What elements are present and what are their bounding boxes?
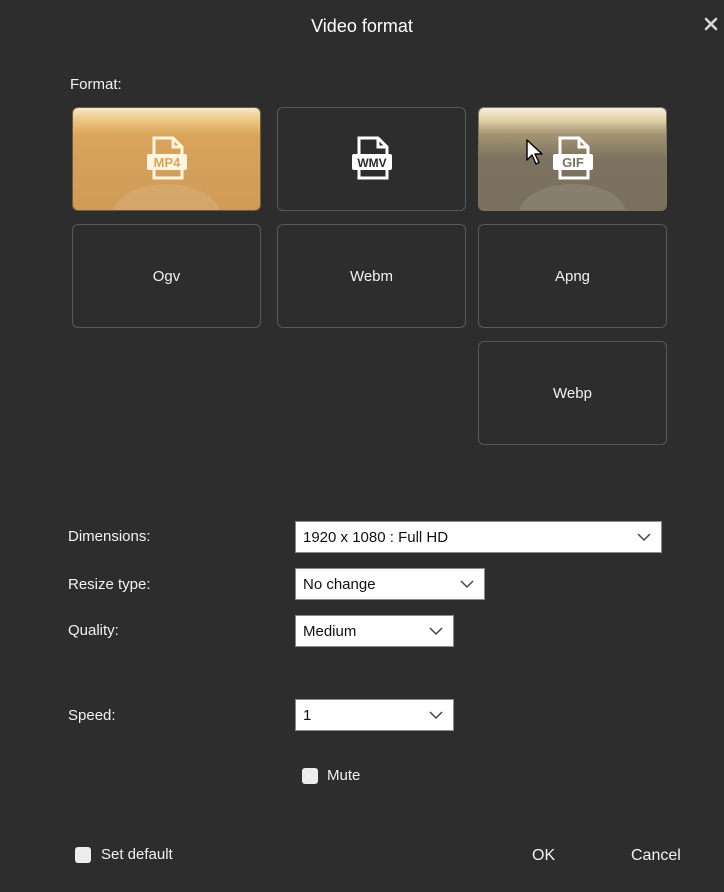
resize-type-value: No change (303, 575, 376, 593)
close-button[interactable] (701, 14, 721, 34)
dimensions-value: 1920 x 1080 : Full HD (303, 528, 449, 546)
format-tile-ogv[interactable]: Ogv (72, 224, 261, 328)
chevron-down-icon (429, 627, 443, 636)
mp4-icon-text: MP4 (153, 155, 181, 170)
mute-label[interactable]: Mute (327, 767, 360, 784)
speed-value: 1 (303, 706, 312, 724)
format-tile-mp4[interactable]: MP4 (72, 107, 261, 211)
format-tile-webm[interactable]: Webm (277, 224, 466, 328)
format-tile-webp[interactable]: Webp (478, 341, 667, 445)
resize-type-select[interactable]: No change (295, 568, 485, 600)
format-tile-wmv[interactable]: WMV (277, 107, 466, 211)
ok-button[interactable]: OK (532, 847, 555, 865)
set-default-checkbox[interactable] (75, 847, 91, 863)
format-label: Format: (70, 76, 122, 93)
dimensions-select[interactable]: 1920 x 1080 : Full HD (295, 521, 662, 553)
tile-highlight-arc (519, 184, 626, 210)
format-tile-label: Ogv (152, 267, 181, 285)
chevron-down-icon (637, 533, 651, 542)
dialog-title: Video format (311, 16, 413, 36)
wmv-file-icon: WMV (351, 136, 392, 180)
speed-label: Speed: (68, 707, 116, 724)
mute-checkbox[interactable] (302, 768, 318, 784)
mouse-cursor-icon (526, 139, 543, 165)
quality-label: Quality: (68, 622, 119, 639)
format-tile-label: Webp (553, 384, 592, 402)
set-default-label[interactable]: Set default (101, 846, 173, 863)
gif-file-icon: GIF (552, 136, 593, 180)
format-tile-label: Apng (554, 267, 591, 285)
mp4-file-icon: MP4 (146, 136, 187, 180)
chevron-down-icon (460, 580, 474, 589)
format-tile-apng[interactable]: Apng (478, 224, 667, 328)
quality-select[interactable]: Medium (295, 615, 454, 647)
speed-select[interactable]: 1 (295, 699, 454, 731)
close-icon (704, 17, 718, 31)
gif-icon-text: GIF (562, 155, 584, 170)
quality-value: Medium (303, 622, 357, 640)
wmv-icon-text: WMV (357, 156, 386, 170)
chevron-down-icon (429, 711, 443, 720)
format-tile-label: Webm (349, 267, 394, 285)
resize-type-label: Resize type: (68, 576, 151, 593)
tile-highlight-arc (113, 184, 220, 210)
format-tile-gif[interactable]: GIF (478, 107, 667, 211)
dimensions-label: Dimensions: (68, 528, 151, 545)
cancel-button[interactable]: Cancel (631, 847, 681, 865)
